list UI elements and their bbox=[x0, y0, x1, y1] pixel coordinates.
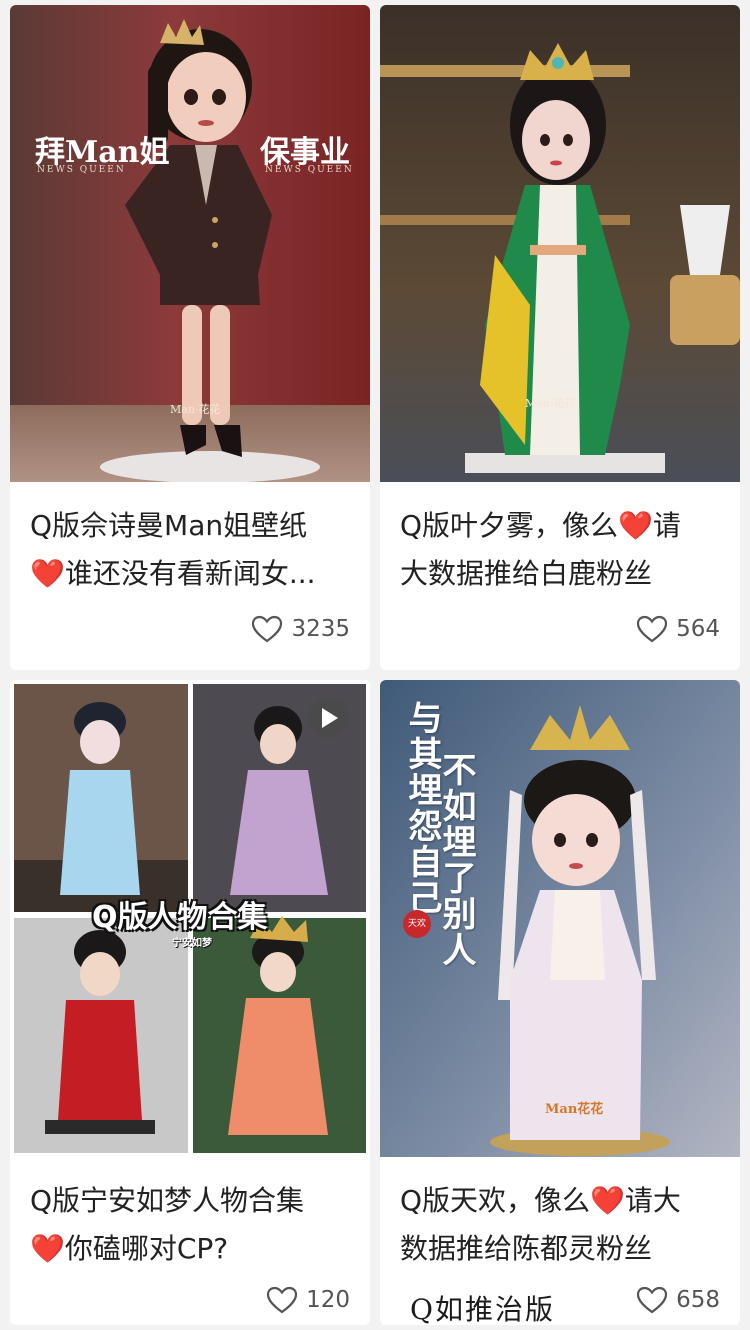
card-3-title-line-2: ❤️你磕哪对CP? bbox=[30, 1232, 229, 1265]
card-3-like-button[interactable]: 120 bbox=[266, 1286, 350, 1314]
collage-overlay-subtitle: 宁安如梦 bbox=[172, 938, 212, 949]
card-1-cover-image[interactable]: 拜Man姐 NEWS QUEEN 保事业 NEWS QUEEN Man·花花 bbox=[10, 5, 370, 482]
card-3-cover-image[interactable]: Q版人物合集 宁安如梦 bbox=[10, 680, 370, 1157]
collage-overlay-title: Q版人物合集 bbox=[92, 900, 268, 935]
card-3-like-count: 120 bbox=[306, 1287, 350, 1313]
image-watermark: Man·花花 bbox=[525, 397, 576, 410]
card-4-title-line-2: 数据推给陈都灵粉丝 bbox=[400, 1232, 653, 1265]
red-heart-emoji-icon: ❤️ bbox=[30, 1232, 65, 1265]
card-1-like-button[interactable]: 3235 bbox=[251, 615, 350, 643]
heart-outline-icon bbox=[266, 1286, 298, 1314]
red-heart-emoji-icon: ❤️ bbox=[30, 557, 65, 590]
poem-line-left: 不如埋了别人 bbox=[436, 752, 476, 968]
card-1-like-count: 3235 bbox=[291, 616, 350, 642]
card-4-cover-image[interactable]: 与其埋怨自己 不如埋了别人 天欢 Man花花 bbox=[380, 680, 740, 1157]
heart-outline-icon bbox=[636, 1286, 668, 1314]
card-4-title[interactable]: Q版天欢，像么❤️请大 数据推给陈都灵粉丝 bbox=[400, 1177, 726, 1273]
card-4-like-button[interactable]: 658 bbox=[636, 1286, 720, 1314]
heart-outline-icon bbox=[252, 615, 283, 643]
card-1-title[interactable]: Q版佘诗曼Man姐壁纸 ❤️谁还没有看新闻女... bbox=[30, 502, 356, 598]
feed-card-1[interactable]: 拜Man姐 NEWS QUEEN 保事业 NEWS QUEEN Man·花花 Q… bbox=[10, 5, 370, 670]
card-1-title-line-2: ❤️谁还没有看新闻女... bbox=[30, 557, 316, 590]
card-2-title-line-2: 大数据推给白鹿粉丝 bbox=[400, 557, 653, 590]
image-watermark: Man花花 bbox=[545, 1102, 604, 1117]
card-4-title-line-1: Q版天欢，像么❤️请大 bbox=[400, 1184, 681, 1217]
card-3-title[interactable]: Q版宁安如梦人物合集 ❤️你磕哪对CP? bbox=[30, 1177, 356, 1273]
image-subcaption-right: NEWS QUEEN bbox=[265, 165, 354, 175]
handwritten-overlay-text: Q如推治版 bbox=[410, 1293, 555, 1326]
card-1-title-line-1: Q版佘诗曼Man姐壁纸 bbox=[30, 509, 308, 542]
feed-card-2[interactable]: Man·花花 Q版叶夕雾，像么❤️请 大数据推给白鹿粉丝 564 bbox=[380, 5, 740, 670]
card-2-title-line-1: Q版叶夕雾，像么❤️请 bbox=[400, 509, 681, 542]
image-subcaption-left: NEWS QUEEN bbox=[37, 165, 126, 175]
card-2-like-button[interactable]: 564 bbox=[636, 615, 720, 643]
image-watermark: Man·花花 bbox=[170, 403, 221, 416]
red-heart-emoji-icon: ❤️ bbox=[590, 1184, 625, 1217]
seal-stamp: 天欢 bbox=[403, 910, 431, 938]
card-2-like-count: 564 bbox=[676, 616, 720, 642]
heart-outline-icon bbox=[636, 615, 668, 643]
red-heart-emoji-icon: ❤️ bbox=[618, 509, 653, 542]
card-4-like-count: 658 bbox=[676, 1287, 720, 1313]
card-3-title-line-1: Q版宁安如梦人物合集 bbox=[30, 1184, 305, 1217]
card-2-title[interactable]: Q版叶夕雾，像么❤️请 大数据推给白鹿粉丝 bbox=[400, 502, 726, 598]
feed-card-4[interactable]: 与其埋怨自己 不如埋了别人 天欢 Man花花 Q版天欢，像么❤️请大 数据推给陈… bbox=[380, 680, 740, 1325]
feed-card-3[interactable]: Q版人物合集 宁安如梦 Q版宁安如梦人物合集 ❤️你磕哪对CP? 120 bbox=[10, 680, 370, 1325]
card-2-cover-image[interactable]: Man·花花 bbox=[380, 5, 740, 482]
